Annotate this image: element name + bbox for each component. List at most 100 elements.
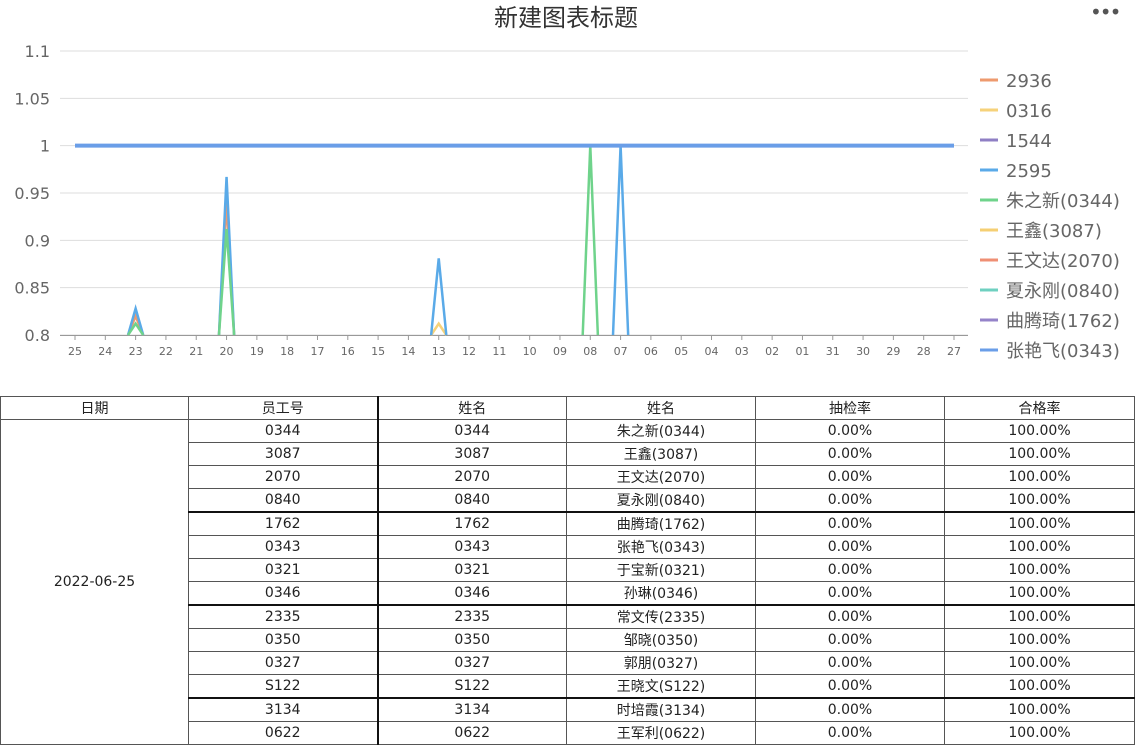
name-full-cell: 夏永刚(0840) <box>566 488 756 513</box>
pass-rate-cell: 100.00% <box>944 558 1135 582</box>
name-cell: 0346 <box>376 581 567 606</box>
sampling-rate-cell: 0.00% <box>755 535 945 559</box>
employee-id-cell: 0343 <box>188 535 378 559</box>
pass-rate-cell: 100.00% <box>944 488 1135 513</box>
chart-panel: 新建图表标题 1.1 1.05 1 0.95 0.9 0.85 0.8 25 24 23 22 21 20… <box>0 0 1144 392</box>
more-dots-icon[interactable]: ••• <box>1090 2 1121 24</box>
pass-rate-cell: 100.00% <box>944 581 1135 606</box>
x-tick-label: 09 <box>553 345 567 358</box>
name-cell: 2070 <box>376 465 567 489</box>
legend-item-label: 张艳飞(0343) <box>1006 341 1120 362</box>
pass-rate-cell: 100.00% <box>944 465 1135 489</box>
table-row[interactable]: 2022-06-25 0344 0344 朱之新(0344) 0.00% 100.00% <box>0 419 1135 745</box>
column-header-name[interactable]: 姓名 <box>376 396 567 420</box>
employee-id-cell: 0321 <box>188 558 378 582</box>
column-header-name-full[interactable]: 姓名 <box>566 396 756 420</box>
name-full-cell: 曲腾琦(1762) <box>566 511 756 536</box>
y-tick-label: 1 <box>40 137 50 156</box>
legend-item-label: 2595 <box>1006 161 1052 182</box>
y-tick-label: 0.9 <box>25 231 50 250</box>
line-chart: 新建图表标题 1.1 1.05 1 0.95 0.9 0.85 0.8 25 24 23 22 21 20… <box>14 4 1120 362</box>
employee-id-cell: 0840 <box>188 488 378 513</box>
y-tick-label: 0.95 <box>14 184 50 203</box>
x-tick-label: 28 <box>917 345 931 358</box>
sampling-rate-cell: 0.00% <box>755 697 945 722</box>
pass-rate-cell: 100.00% <box>944 419 1135 443</box>
name-cell: 3087 <box>376 442 567 466</box>
y-tick-label: 0.85 <box>14 279 50 298</box>
name-cell: 1762 <box>376 511 567 536</box>
sampling-rate-cell: 0.00% <box>755 442 945 466</box>
column-header-employee-id[interactable]: 员工号 <box>188 396 378 420</box>
x-tick-label: 18 <box>280 345 294 358</box>
employee-id-cell: 0344 <box>188 419 378 443</box>
sampling-rate-cell: 0.00% <box>755 465 945 489</box>
name-cell: 3134 <box>376 697 567 722</box>
employee-id-cell: 3134 <box>188 697 378 722</box>
employee-id-cell: 0346 <box>188 581 378 606</box>
column-header-pass-rate[interactable]: 合格率 <box>944 396 1135 420</box>
employee-id-cell: S122 <box>188 674 378 699</box>
x-tick-label: 02 <box>765 345 779 358</box>
x-tick-label: 21 <box>189 345 203 358</box>
name-full-cell: 于宝新(0321) <box>566 558 756 582</box>
name-cell: 0343 <box>376 535 567 559</box>
name-cell: 0350 <box>376 628 567 652</box>
employee-id-cell: 2335 <box>188 604 378 629</box>
pass-rate-cell: 100.00% <box>944 604 1135 629</box>
employee-id-cell: 0622 <box>188 721 378 745</box>
x-tick-label: 20 <box>220 345 234 358</box>
column-header-date[interactable]: 日期 <box>0 396 189 420</box>
series-point-1-12 <box>430 321 448 336</box>
employee-id-cell: 1762 <box>188 511 378 536</box>
x-tick-label: 03 <box>735 345 749 358</box>
pass-rate-cell: 100.00% <box>944 697 1135 722</box>
employee-id-cell: 3087 <box>188 442 378 466</box>
sampling-rate-cell: 0.00% <box>755 651 945 675</box>
x-tick-label: 05 <box>674 345 688 358</box>
x-tick-label: 17 <box>310 345 324 358</box>
x-tick-label: 15 <box>371 345 385 358</box>
pass-rate-cell: 100.00% <box>944 721 1135 745</box>
name-full-cell: 时培霞(3134) <box>566 697 756 722</box>
x-tick-label: 12 <box>462 345 476 358</box>
x-tick-label: 29 <box>886 345 900 358</box>
x-tick-label: 10 <box>523 345 537 358</box>
name-full-cell: 王文达(2070) <box>566 465 756 489</box>
x-tick-label: 01 <box>795 345 809 358</box>
name-cell: 2335 <box>376 604 567 629</box>
pass-rate-cell: 100.00% <box>944 511 1135 536</box>
employee-id-cell: 2070 <box>188 465 378 489</box>
employee-id-cell: 0350 <box>188 628 378 652</box>
name-cell: 0344 <box>376 419 567 443</box>
pass-rate-cell: 100.00% <box>944 535 1135 559</box>
y-tick-label: 0.8 <box>25 326 50 345</box>
name-full-cell: 孙琳(0346) <box>566 581 756 606</box>
x-tick-label: 27 <box>947 345 961 358</box>
name-cell: S122 <box>376 674 567 699</box>
x-tick-label: 14 <box>401 345 415 358</box>
x-tick-label: 08 <box>583 345 597 358</box>
sampling-rate-cell: 0.00% <box>755 721 945 745</box>
legend-item-label: 0316 <box>1006 101 1052 122</box>
x-tick-label: 11 <box>492 345 506 358</box>
pass-rate-cell: 100.00% <box>944 442 1135 466</box>
name-cell: 0622 <box>376 721 567 745</box>
x-tick-label: 30 <box>856 345 870 358</box>
legend-item-label: 曲腾琦(1762) <box>1006 311 1120 332</box>
x-tick-label: 24 <box>98 345 112 358</box>
column-header-sampling-rate[interactable]: 抽检率 <box>755 396 945 420</box>
pass-rate-cell: 100.00% <box>944 628 1135 652</box>
employee-id-cell: 0327 <box>188 651 378 675</box>
sampling-rate-cell: 0.00% <box>755 604 945 629</box>
sampling-rate-cell: 0.00% <box>755 511 945 536</box>
name-full-cell: 王晓文(S122) <box>566 674 756 699</box>
y-tick-label: 1.1 <box>25 42 50 61</box>
legend-item-label: 王鑫(3087) <box>1006 221 1102 242</box>
date-cell: 2022-06-25 <box>0 419 189 745</box>
name-full-cell: 朱之新(0344) <box>566 419 756 443</box>
legend-item-label: 2936 <box>1006 71 1052 92</box>
x-tick-label: 22 <box>159 345 173 358</box>
name-full-cell: 张艳飞(0343) <box>566 535 756 559</box>
legend-item-label: 王文达(2070) <box>1006 251 1120 272</box>
